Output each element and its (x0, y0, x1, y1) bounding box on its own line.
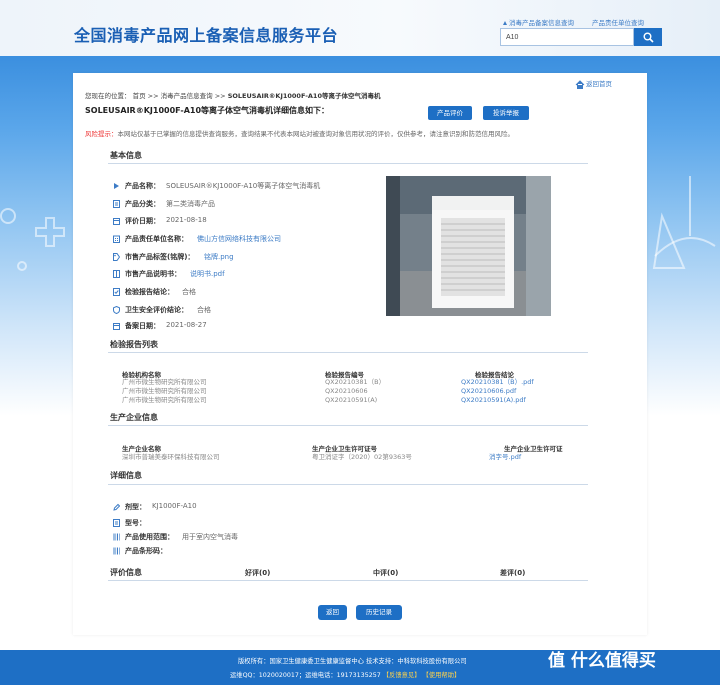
good-reviews: 好评(0) (245, 569, 271, 577)
pen-icon (113, 503, 120, 511)
building-icon (113, 235, 120, 243)
producer-col-license: 生产企业卫生许可证 (504, 445, 563, 453)
neutral-reviews: 中评(0) (373, 569, 399, 577)
home-icon (575, 79, 585, 89)
detail-title: SOLEUSAIR®KJ1000F-A10等离子体空气消毒机详细信息如下： (85, 106, 330, 115)
shield-icon (113, 306, 120, 314)
risk-label: 风险提示： (85, 130, 118, 138)
barcode-icon (113, 547, 120, 555)
product-photo (386, 176, 551, 316)
divider (108, 352, 588, 353)
footer-copyright: 版权所有：国家卫生健康委卫生健康监督中心 技术支持：中科软科技股份有限公司 (238, 658, 467, 665)
details-label-form: 剂型： (125, 503, 146, 511)
basic-value-filing-date: 2021-08-27 (166, 321, 207, 329)
report-file-link[interactable]: QX20210381（B）.pdf (461, 378, 534, 387)
details-value-form: KJ1000F-A10 (152, 502, 197, 510)
basic-value-category: 第二类消毒产品 (166, 200, 215, 208)
history-button[interactable]: 历史记录 (356, 605, 402, 620)
basic-value-name: SOLEUSAIR®KJ1000F-A10等离子体空气消毒机 (166, 182, 321, 190)
calendar-icon (113, 323, 120, 330)
risk-text: 本网站仅基于已掌握的信息提供查询服务，查询结果不代表本网站对被查询对象信用状况的… (117, 130, 515, 138)
arrow-right-icon (114, 183, 119, 189)
report-icon (113, 288, 120, 296)
section-basic-title: 基本信息 (110, 151, 142, 160)
breadcrumb-current: SOLEUSAIR®KJ1000F-A10等离子体空气消毒机 (227, 92, 381, 100)
basic-label-category: 产品分类： (125, 200, 160, 208)
section-evaluation-title: 评价信息 (110, 568, 142, 577)
bad-reviews: 差评(0) (500, 569, 526, 577)
basic-label-safety-conclusion: 卫生安全评价结论： (125, 306, 188, 314)
manual-file-link[interactable]: 说明书.pdf (190, 269, 225, 279)
details-label-barcode: 产品条形码： (125, 547, 167, 555)
site-title: 全国消毒产品网上备案信息服务平台 (74, 26, 339, 45)
link-company-query[interactable]: 产品责任单位查询 (592, 17, 644, 27)
section-producer-title: 生产企业信息 (110, 413, 158, 422)
basic-label-name: 产品名称： (125, 182, 160, 190)
basic-value-safety-conclusion: 合格 (197, 306, 211, 314)
breadcrumb-home[interactable]: 首页 (133, 92, 146, 100)
section-reports-title: 检验报告列表 (110, 340, 158, 349)
breadcrumb: 您现在的位置： 首页 >> 消毒产品信息查询 >> SOLEUSAIR®KJ10… (85, 92, 381, 100)
risk-notice: 风险提示：本网站仅基于已掌握的信息提供查询服务，查询结果不代表本网站对被查询对象… (85, 128, 514, 138)
report-file-link[interactable]: QX20210591(A).pdf (461, 396, 526, 405)
breadcrumb-section[interactable]: 消毒产品信息查询 (161, 92, 213, 100)
tag-icon (113, 253, 120, 261)
basic-label-manual: 市售产品说明书： (125, 270, 181, 278)
details-label-scope: 产品使用范围： (125, 533, 174, 541)
company-link[interactable]: 佛山方信网络科技有限公司 (197, 234, 281, 244)
back-button[interactable]: 返回 (318, 605, 347, 620)
barcode-icon (113, 533, 120, 541)
divider (108, 425, 588, 426)
complain-button[interactable]: 投诉举报 (483, 106, 529, 120)
search-icon (643, 32, 654, 43)
divider (108, 484, 588, 485)
basic-value-report-conclusion: 合格 (182, 288, 196, 296)
divider (108, 163, 588, 164)
producer-col-name: 生产企业名称 (122, 445, 161, 453)
breadcrumb-prefix: 您现在的位置： (85, 92, 131, 100)
search-input[interactable] (500, 28, 634, 46)
document-icon (113, 200, 120, 208)
producer-license-no: 粤卫消证字（2020）02第9363号 (312, 453, 412, 461)
table-cell: QX20210606 (325, 387, 368, 395)
document-icon (113, 519, 120, 527)
details-label-model: 型号： (125, 519, 146, 527)
basic-label-nameplate: 市售产品标签(铭牌)： (125, 253, 195, 261)
table-cell: 广州市微生物研究所有限公司 (122, 378, 207, 386)
producer-col-license-no: 生产企业卫生许可证号 (312, 445, 377, 453)
calendar-icon (113, 218, 120, 225)
table-cell: 广州市微生物研究所有限公司 (122, 396, 207, 404)
link-filing-query[interactable]: 消毒产品备案信息查询 (503, 17, 574, 27)
section-details-title: 详细信息 (110, 471, 142, 480)
watermark-logo: 值 什么值得买 (548, 651, 656, 671)
basic-label-eval-date: 评价日期： (125, 217, 160, 225)
producer-name: 深圳市普瑞美泰环保科技有限公司 (122, 453, 220, 461)
table-cell: QX20210591(A) (325, 396, 378, 404)
nameplate-file-link[interactable]: 铭牌.png (204, 252, 234, 262)
manual-icon (113, 270, 120, 278)
basic-value-eval-date: 2021-08-18 (166, 216, 207, 224)
back-home-link[interactable]: 返回首页 (575, 78, 612, 89)
basic-label-company: 产品责任单位名称： (125, 235, 188, 243)
basic-label-report-conclusion: 检验报告结论： (125, 288, 174, 296)
feedback-link[interactable]: 【反馈意见】 (383, 672, 421, 679)
help-link[interactable]: 【使用帮助】 (423, 672, 461, 679)
basic-label-filing-date: 备案日期： (125, 322, 160, 330)
report-file-link[interactable]: QX20210606.pdf (461, 387, 516, 396)
caret-icon (503, 21, 507, 25)
details-value-scope: 用于室内空气消毒 (182, 533, 238, 541)
product-evaluate-button[interactable]: 产品评价 (428, 106, 472, 120)
divider (108, 580, 588, 581)
table-cell: QX20210381（B） (325, 378, 386, 386)
footer-contact: 运维QQ：1020020017；运维电话：19173135257 【反馈意见】 … (230, 672, 461, 679)
table-cell: 广州市微生物研究所有限公司 (122, 387, 207, 395)
search-button[interactable] (634, 28, 662, 46)
producer-license-link[interactable]: 消字号.pdf (489, 453, 521, 462)
